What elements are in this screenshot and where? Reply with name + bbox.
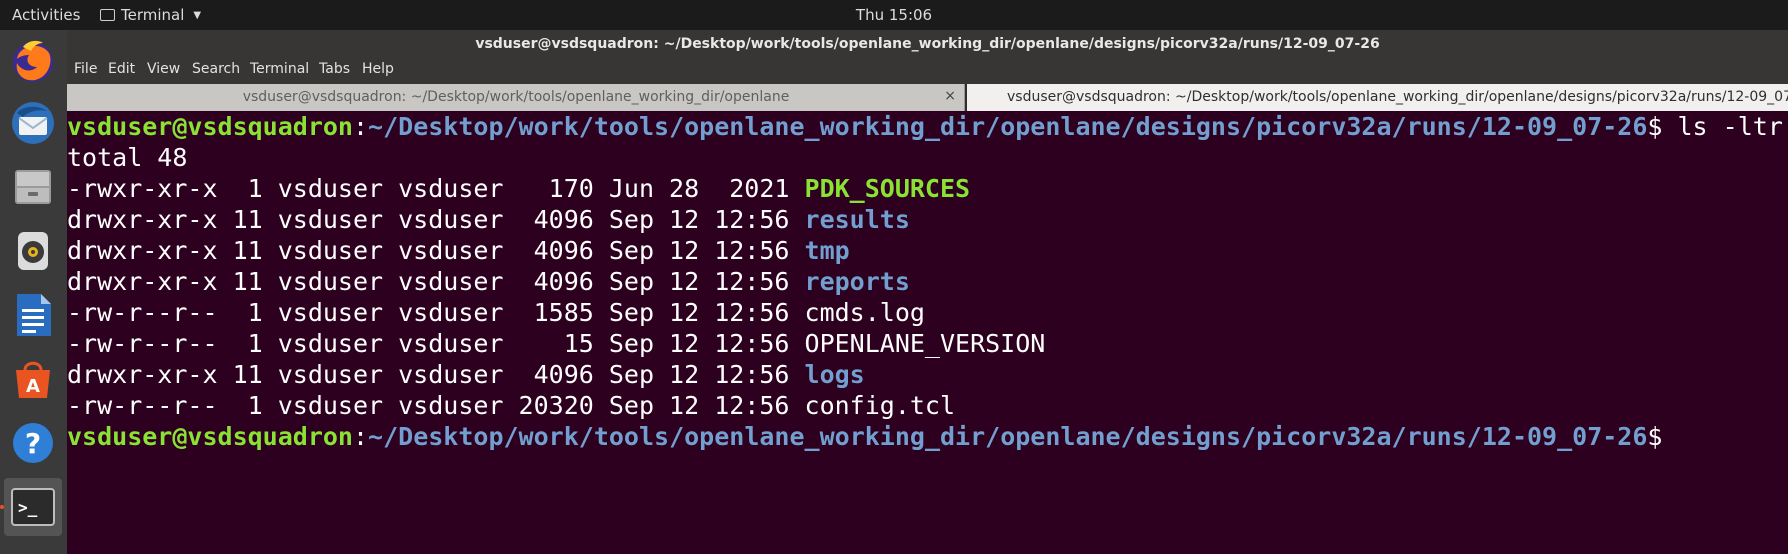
tab-bar: vsduser@vsdsquadron: ~/Desktop/work/tool…: [67, 84, 1788, 111]
output-total: total 48: [67, 143, 188, 172]
tab-label: vsduser@vsdsquadron: ~/Desktop/work/tool…: [1007, 89, 1788, 105]
prompt-user: vsduser@vsdsquadron: [67, 112, 353, 141]
thunderbird-icon: [12, 102, 54, 144]
terminal-window: vsduser@vsdsquadron: ~/Desktop/work/tool…: [67, 30, 1788, 554]
list-item: drwxr-xr-x 11 vsduser vsduser 4096 Sep 1…: [67, 204, 910, 235]
list-item: -rwxr-xr-x 1 vsduser vsduser 170 Jun 28 …: [67, 173, 970, 204]
list-item: drwxr-xr-x 11 vsduser vsduser 4096 Sep 1…: [67, 266, 910, 297]
entry-meta: drwxr-xr-x 11 vsduser vsduser 4096 Sep 1…: [67, 360, 805, 389]
entry-meta: -rw-r--r-- 1 vsduser vsduser 20320 Sep 1…: [67, 391, 805, 420]
rhythmbox-icon: [18, 232, 48, 270]
dock-item-files[interactable]: [4, 158, 62, 216]
entry-meta: drwxr-xr-x 11 vsduser vsduser 4096 Sep 1…: [67, 267, 805, 296]
dock-item-writer[interactable]: [4, 286, 62, 344]
terminal-icon: >_: [11, 488, 55, 526]
menu-search[interactable]: Search: [192, 61, 240, 77]
menu-file[interactable]: File: [74, 61, 97, 77]
entry-meta: -rw-r--r-- 1 vsduser vsduser 1585 Sep 12…: [67, 298, 805, 327]
entry-name: PDK_SOURCES: [804, 174, 971, 203]
tab-openlane[interactable]: vsduser@vsdsquadron: ~/Desktop/work/tool…: [67, 84, 965, 111]
files-icon: [15, 170, 51, 204]
clock-container: Thu 15:06: [0, 6, 1788, 24]
app-menu[interactable]: Terminal ▼: [100, 6, 201, 24]
tab-runs[interactable]: vsduser@vsdsquadron: ~/Desktop/work/tool…: [967, 84, 1788, 111]
libreoffice-writer-icon: [17, 294, 51, 336]
prompt-path: ~/Desktop/work/tools/openlane_working_di…: [368, 112, 1648, 141]
svg-text:>_: >_: [18, 498, 38, 517]
entry-name: reports: [804, 267, 910, 296]
terminal-app-icon: [100, 9, 115, 21]
app-name: Terminal: [121, 6, 185, 24]
menu-terminal[interactable]: Terminal: [250, 61, 309, 77]
entry-meta: drwxr-xr-x 11 vsduser vsduser 4096 Sep 1…: [67, 205, 805, 234]
dock-item-firefox[interactable]: [4, 32, 62, 90]
dock-item-software[interactable]: A: [4, 350, 62, 408]
prompt-suffix: $: [1647, 422, 1663, 451]
prompt-path: ~/Desktop/work/tools/openlane_working_di…: [368, 422, 1648, 451]
window-title: vsduser@vsdsquadron: ~/Desktop/work/tool…: [475, 36, 1380, 52]
entry-name: tmp: [804, 236, 850, 265]
firefox-icon: [13, 40, 53, 82]
terminal-output[interactable]: vsduser@vsdsquadron:~/Desktop/work/tools…: [67, 111, 1788, 554]
list-item: drwxr-xr-x 11 vsduser vsduser 4096 Sep 1…: [67, 359, 865, 390]
clock[interactable]: Thu 15:06: [856, 6, 932, 24]
entry-name: logs: [804, 360, 865, 389]
list-item: -rw-r--r-- 1 vsduser vsduser 15 Sep 12 1…: [67, 328, 1045, 359]
entry-name: config.tcl: [804, 391, 956, 420]
prompt-line: vsduser@vsdsquadron:~/Desktop/work/tools…: [67, 422, 1663, 451]
entry-name: OPENLANE_VERSION: [804, 329, 1046, 358]
menu-bar: File Edit View Search Terminal Tabs Help: [67, 58, 1788, 84]
menu-view[interactable]: View: [147, 61, 180, 77]
list-item: -rw-r--r-- 1 vsduser vsduser 1585 Sep 12…: [67, 297, 925, 328]
menu-help[interactable]: Help: [362, 61, 394, 77]
chevron-down-icon: ▼: [193, 9, 202, 21]
list-item: drwxr-xr-x 11 vsduser vsduser 4096 Sep 1…: [67, 235, 850, 266]
tab-label: vsduser@vsdsquadron: ~/Desktop/work/tool…: [242, 89, 790, 105]
menu-edit[interactable]: Edit: [108, 61, 135, 77]
svg-text:?: ?: [25, 427, 41, 460]
command-text: $ ls -ltr: [1647, 112, 1783, 141]
entry-meta: -rw-r--r-- 1 vsduser vsduser 15 Sep 12 1…: [67, 329, 805, 358]
dock-item-thunderbird[interactable]: [4, 94, 62, 152]
top-bar: Activities Terminal ▼ Thu 15:06: [0, 0, 1788, 30]
dock-item-terminal[interactable]: >_: [4, 478, 62, 536]
dock: A ? >_: [0, 30, 67, 554]
dock-item-rhythmbox[interactable]: [4, 222, 62, 280]
close-icon[interactable]: ×: [944, 88, 956, 104]
dock-item-help[interactable]: ?: [4, 414, 62, 472]
entry-meta: drwxr-xr-x 11 vsduser vsduser 4096 Sep 1…: [67, 236, 805, 265]
entry-meta: -rwxr-xr-x 1 vsduser vsduser 170 Jun 28 …: [67, 174, 805, 203]
entry-name: results: [804, 205, 910, 234]
entry-name: cmds.log: [804, 298, 925, 327]
svg-text:A: A: [26, 376, 40, 397]
window-titlebar[interactable]: vsduser@vsdsquadron: ~/Desktop/work/tool…: [67, 30, 1788, 58]
list-item: -rw-r--r-- 1 vsduser vsduser 20320 Sep 1…: [67, 390, 955, 421]
help-icon: ?: [13, 423, 53, 463]
software-center-icon: A: [16, 361, 50, 398]
menu-tabs[interactable]: Tabs: [319, 61, 350, 77]
prompt-line: vsduser@vsdsquadron:~/Desktop/work/tools…: [67, 112, 1783, 141]
prompt-user: vsduser@vsdsquadron: [67, 422, 353, 451]
activities-button[interactable]: Activities: [12, 6, 80, 24]
